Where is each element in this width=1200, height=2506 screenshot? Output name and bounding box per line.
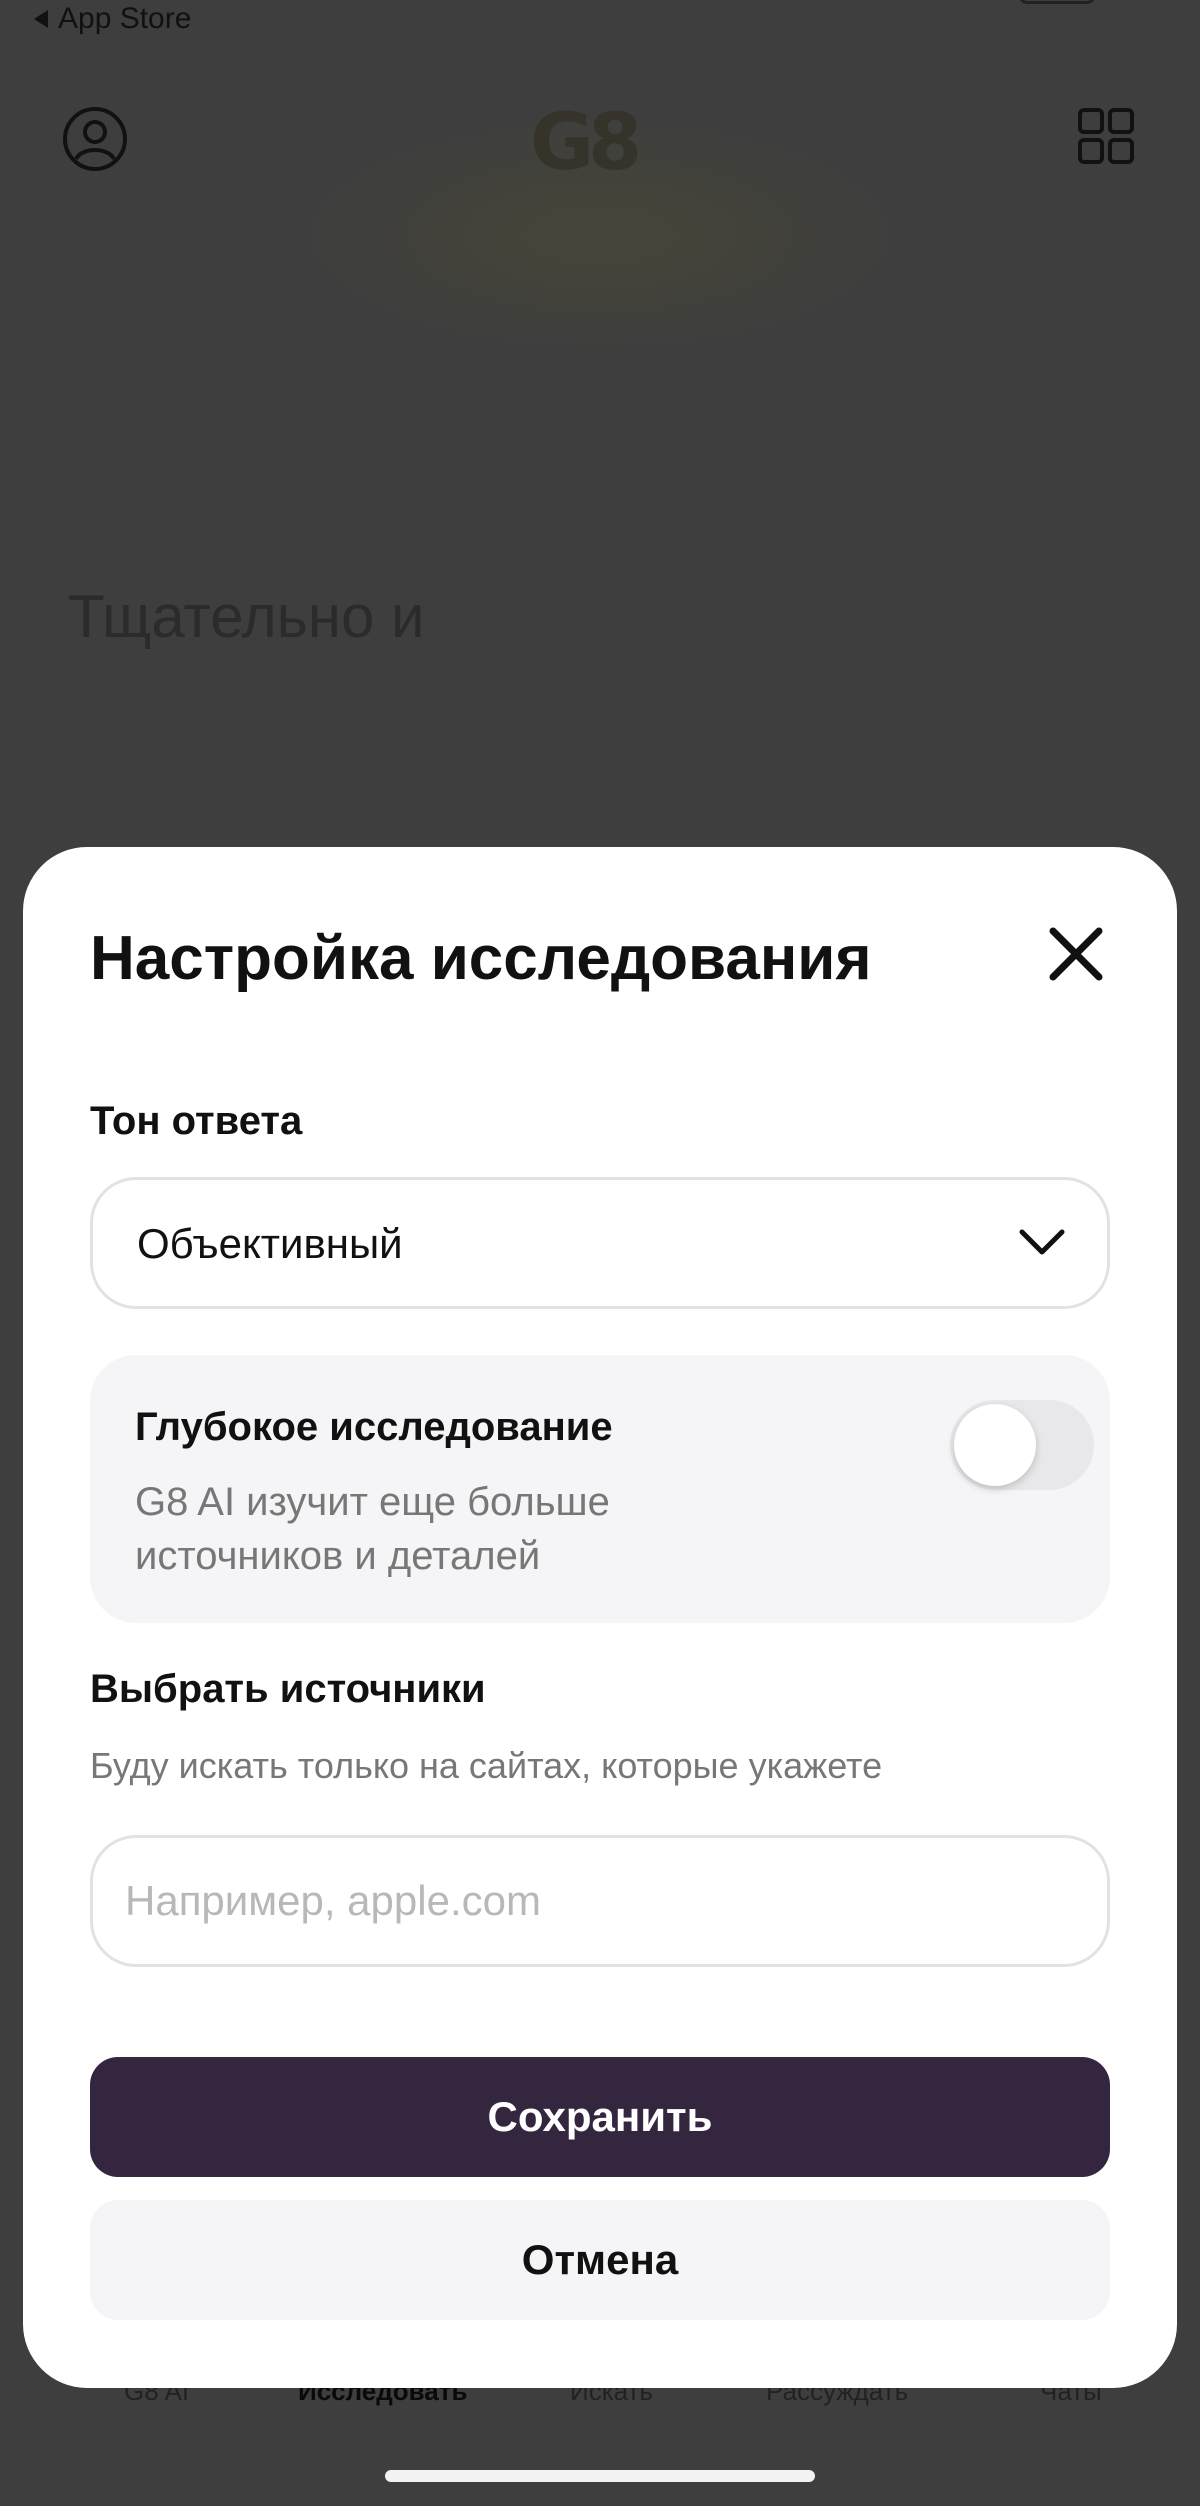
screen: App Store G8 Тщательно и G8 AI Исследова…	[0, 0, 1200, 2506]
tone-select[interactable]: Объективный	[90, 1177, 1110, 1309]
deep-research-description: G8 AI изучит еще больше источников и дет…	[135, 1480, 610, 1578]
g8-logo: G8	[530, 98, 642, 188]
grid-menu-icon[interactable]	[1078, 108, 1134, 164]
background-title: Тщательно и	[68, 583, 425, 650]
sources-subtitle: Буду искать только на сайтах, которые ук…	[90, 1745, 883, 1786]
deep-research-toggle[interactable]	[950, 1400, 1094, 1490]
deep-research-card: Глубокое исследование G8 AI изучит еще б…	[90, 1355, 1110, 1623]
status-bar: App Store	[0, 0, 1200, 50]
back-app-label: App Store	[58, 2, 192, 35]
profile-icon[interactable]	[62, 106, 128, 172]
app-header: G8	[0, 90, 1200, 360]
cancel-button[interactable]: Отмена	[90, 2200, 1110, 2320]
chevron-down-icon	[1019, 1229, 1065, 1255]
battery-icon	[1019, 0, 1095, 4]
tone-label: Тон ответа	[90, 1099, 303, 1143]
research-settings-modal: Настройка исследования Тон ответа Объект…	[23, 847, 1177, 2388]
modal-title: Настройка исследования	[90, 924, 872, 993]
toggle-knob	[954, 1404, 1036, 1486]
deep-research-title: Глубокое исследование	[135, 1405, 613, 1449]
home-indicator	[385, 2470, 815, 2482]
close-icon[interactable]	[1041, 919, 1111, 989]
back-to-app-store[interactable]: App Store	[34, 2, 191, 36]
tone-select-value: Объективный	[137, 1220, 403, 1267]
save-button[interactable]: Сохранить	[90, 2057, 1110, 2177]
sources-title: Выбрать источники	[90, 1667, 486, 1711]
back-arrow-icon	[34, 10, 48, 28]
sources-input[interactable]	[90, 1835, 1110, 1967]
